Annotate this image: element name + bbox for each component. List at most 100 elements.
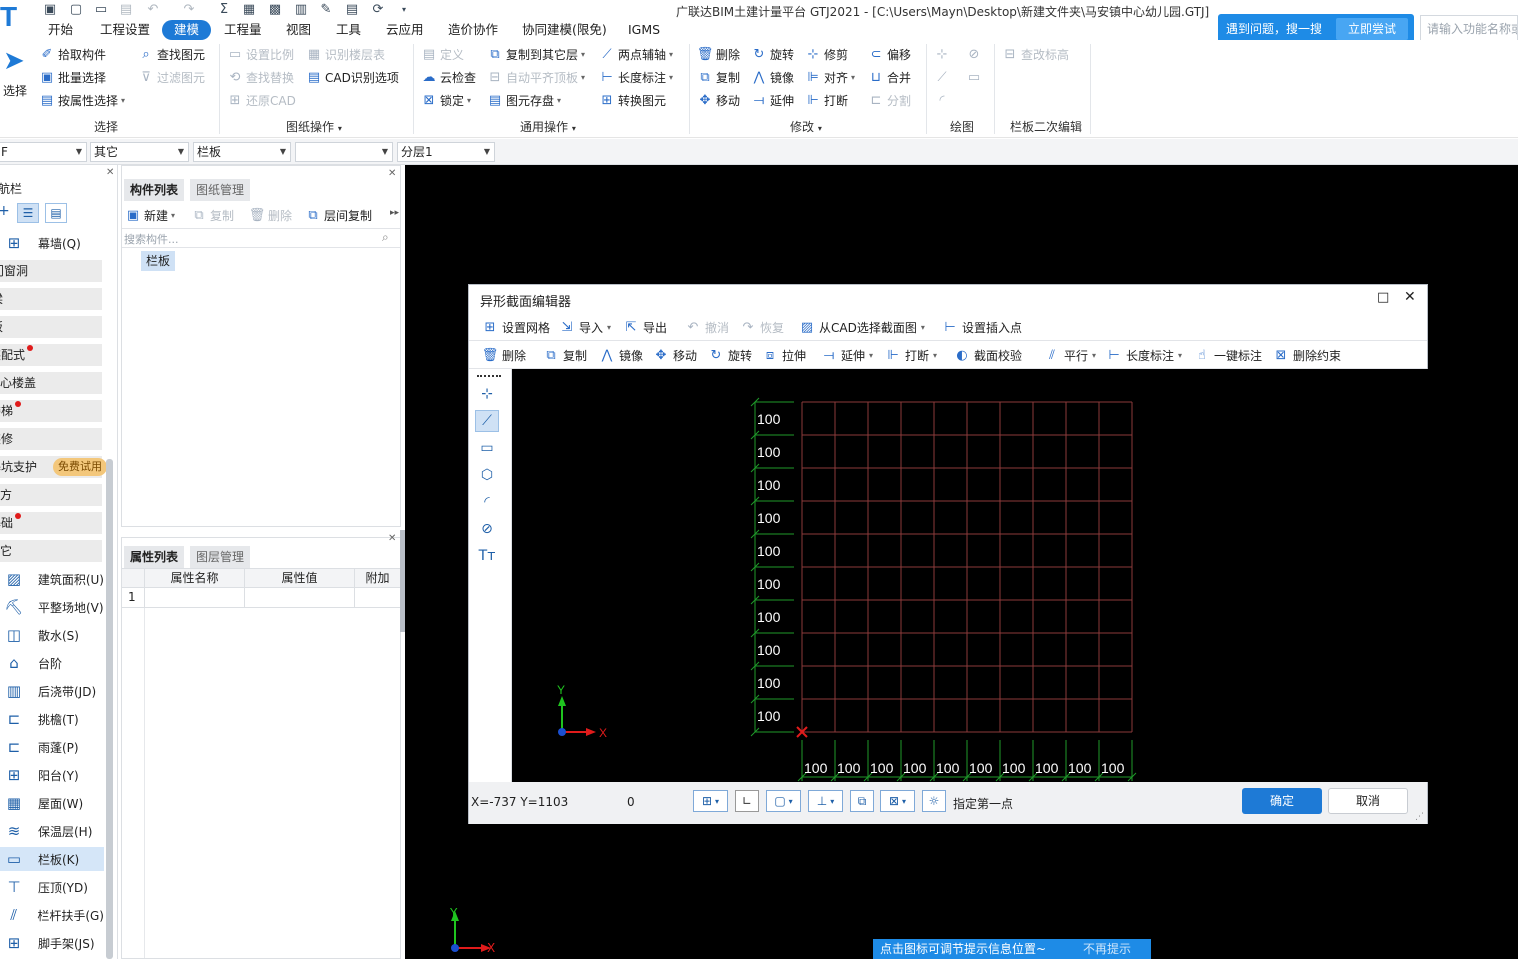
resize-grip-icon[interactable]: ⋰ bbox=[1415, 812, 1424, 822]
restore-cad-button[interactable]: ⊞ 还原CAD bbox=[228, 90, 296, 110]
mirror-button[interactable]: ⋀ 镜像 bbox=[752, 67, 794, 87]
menu-project-settings[interactable]: 工程设置 bbox=[100, 20, 150, 40]
copy-component-button[interactable]: ⧉ 复制 bbox=[192, 205, 234, 225]
line-icon[interactable]: ⟋ bbox=[935, 70, 949, 84]
nav-item-roof[interactable]: ▦ 屋面(W) bbox=[0, 791, 104, 815]
nav-item-scaffold[interactable]: ⊞ 脚手架(JS) bbox=[0, 931, 104, 955]
set-scale-button[interactable]: ▭ 设置比例 bbox=[228, 44, 294, 64]
tab-drawing-manage[interactable]: 图纸管理 bbox=[190, 179, 251, 201]
circle-tool-icon[interactable]: ⊘ bbox=[475, 518, 499, 540]
delete-constraint-button[interactable]: ⊠ 删除约束 bbox=[1274, 347, 1341, 363]
nav-section-prefab[interactable]: 装配式 bbox=[0, 344, 102, 366]
rotate-button[interactable]: ↻ 旋转 bbox=[752, 44, 794, 64]
nav-item-insulation[interactable]: ≋ 保温层(H) bbox=[0, 819, 104, 843]
check-elevation-button[interactable]: ⊟ 查改标高 bbox=[1003, 44, 1069, 64]
component-select[interactable]: ▼ bbox=[295, 142, 393, 162]
two-point-axis-button[interactable]: ⟋ 两点辅轴 ▾ bbox=[600, 44, 673, 64]
arc-tool-icon[interactable]: ◜ bbox=[475, 491, 499, 513]
object-snap-button[interactable]: ▢ ▾ bbox=[766, 790, 801, 812]
filter-element-button[interactable]: ⊽ 过滤图元 bbox=[139, 67, 205, 87]
dynamic-input-button[interactable]: ⧉ bbox=[850, 790, 874, 812]
sync-icon[interactable]: ⟳ bbox=[370, 2, 386, 18]
layer-select[interactable]: 分层1 ▼ bbox=[397, 142, 495, 162]
more-icon[interactable]: ▸▸ bbox=[390, 208, 399, 218]
arc-icon[interactable]: ◜ bbox=[935, 93, 949, 107]
report-icon[interactable]: ▦ bbox=[241, 2, 257, 18]
dlg-mirror-button[interactable]: ⋀ 镜像 bbox=[600, 347, 643, 363]
hint-bulb-button[interactable]: ☼ bbox=[922, 790, 946, 812]
redo-button[interactable]: ↷ 恢复 bbox=[741, 319, 784, 335]
line-tool-icon[interactable]: ⟋ bbox=[475, 410, 499, 432]
nav-item-apron[interactable]: ◫ 散水(S) bbox=[0, 623, 104, 647]
new-file-icon[interactable]: ▣ bbox=[42, 2, 58, 18]
nav-item-site-leveling[interactable]: ⛏ 平整场地(V) bbox=[0, 595, 104, 619]
menu-start[interactable]: 开始 bbox=[48, 20, 73, 40]
new-doc-icon[interactable]: ▢ bbox=[68, 2, 84, 18]
text-tool-icon[interactable]: Tт bbox=[475, 545, 499, 567]
prop-close-icon[interactable]: ✕ bbox=[388, 533, 396, 544]
open-folder-icon[interactable]: ▭ bbox=[93, 2, 109, 18]
nav-item-steps[interactable]: ⌂ 台阶 bbox=[0, 651, 104, 675]
floor-copy-button[interactable]: ⧉ 层间复制 bbox=[306, 205, 372, 225]
extend-button[interactable]: ⟞ 延伸 bbox=[752, 90, 794, 110]
customize-icon[interactable]: ▾ bbox=[396, 2, 412, 18]
delete-button[interactable]: 🗑 删除 bbox=[697, 44, 740, 64]
length-dim-button[interactable]: ⊢ 长度标注 ▾ bbox=[600, 67, 673, 87]
find-replace-button[interactable]: ⟲ 查找替换 bbox=[228, 67, 294, 87]
identify-floor-table-button[interactable]: ▦ 识别楼层表 bbox=[307, 44, 385, 64]
menu-quantity[interactable]: 工程量 bbox=[224, 20, 262, 40]
dlg-delete-button[interactable]: 🗑 删除 bbox=[482, 347, 526, 363]
nav-scrollbar[interactable] bbox=[106, 459, 113, 959]
move-button[interactable]: ✥ 移动 bbox=[698, 90, 740, 110]
new-component-button[interactable]: ▣ 新建 ▾ bbox=[126, 205, 175, 225]
cad-options-button[interactable]: ▤ CAD识别选项 bbox=[307, 67, 399, 87]
nav-section-pit-support[interactable]: 基坑支护 免费试用 bbox=[0, 456, 107, 478]
component-type-select[interactable]: 栏板 ▼ bbox=[193, 142, 291, 162]
merge-button[interactable]: ⊔ 合并 bbox=[869, 67, 911, 87]
dlg-move-button[interactable]: ✥ 移动 bbox=[654, 347, 697, 363]
section-drawing-area[interactable]: 100 100 100 100 100 100 100 100 100 100 100 100 100 1… bbox=[512, 369, 1428, 782]
nav-item-post-pour-strip[interactable]: ▥ 后浇带(JD) bbox=[0, 679, 104, 703]
nav-add-icon[interactable]: + bbox=[0, 203, 10, 219]
convert-element-button[interactable]: ⊞ 转换图元 bbox=[600, 90, 666, 110]
tab-property-list[interactable]: 属性列表 bbox=[124, 546, 185, 568]
set-grid-button[interactable]: ⊞ 设置网格 bbox=[483, 319, 550, 335]
nav-close-icon[interactable]: ✕ bbox=[106, 167, 114, 178]
tab-component-list[interactable]: 构件列表 bbox=[124, 179, 185, 201]
nav-section-door-window[interactable]: 门窗洞 bbox=[0, 260, 102, 282]
dlg-stretch-button[interactable]: ⧈ 拉伸 bbox=[763, 347, 806, 363]
trim-button[interactable]: ⊹ 修剪 bbox=[806, 44, 848, 64]
select-by-attr-button[interactable]: ▤ 按属性选择 ▾ bbox=[40, 90, 125, 110]
dimension-snap-button[interactable]: ⊥ ▾ bbox=[808, 790, 843, 812]
nav-item-railing[interactable]: ⫽ 栏杆扶手(G) bbox=[0, 903, 104, 927]
one-click-dim-button[interactable]: ☝ 一键标注 bbox=[1195, 347, 1262, 363]
layout-icon[interactable]: ▤ bbox=[344, 2, 360, 18]
undo-icon[interactable]: ↶ bbox=[145, 2, 161, 18]
dont-show-again-link[interactable]: 不再提示 bbox=[1083, 939, 1131, 959]
floor-select[interactable]: F ▼ bbox=[0, 142, 87, 162]
parallel-button[interactable]: ⫽ 平行 ▾ bbox=[1045, 347, 1096, 363]
tree-view-icon[interactable]: ▤ bbox=[45, 203, 67, 223]
comp-close-icon[interactable]: ✕ bbox=[388, 168, 396, 179]
define-button[interactable]: ▤ 定义 bbox=[422, 44, 464, 64]
table-icon[interactable]: ▥ bbox=[293, 2, 309, 18]
ortho-button[interactable]: ∟ bbox=[735, 790, 759, 812]
offset-button[interactable]: ⊂ 偏移 bbox=[869, 44, 911, 64]
nav-item-balcony[interactable]: ⊞ 阳台(Y) bbox=[0, 763, 104, 787]
nav-section-decoration[interactable]: 装修 bbox=[0, 428, 102, 450]
pick-component-button[interactable]: ✐ 拾取构件 bbox=[40, 44, 106, 64]
polygon-tool-icon[interactable]: ⬡ bbox=[475, 464, 499, 486]
grid-icon[interactable]: ▩ bbox=[267, 2, 283, 18]
try-now-button[interactable]: 立即尝试 bbox=[1336, 18, 1408, 40]
maximize-icon[interactable]: □ bbox=[1377, 290, 1389, 305]
menu-collab-modeling[interactable]: 协同建模(限免) bbox=[522, 20, 607, 40]
nav-item-building-area[interactable]: ▨ 建筑面积(U) bbox=[0, 567, 104, 591]
nav-item-eaves[interactable]: ⊏ 挑檐(T) bbox=[0, 707, 104, 731]
find-element-button[interactable]: ⌕ 查找图元 bbox=[139, 44, 205, 64]
cancel-button[interactable]: 取消 bbox=[1328, 788, 1408, 814]
ok-button[interactable]: 确定 bbox=[1242, 788, 1322, 814]
batch-select-button[interactable]: ▣ 批量选择 bbox=[40, 67, 106, 87]
rect-icon[interactable]: ▭ bbox=[967, 70, 981, 84]
menu-tools[interactable]: 工具 bbox=[336, 20, 361, 40]
nav-section-hollow-slab[interactable]: 空心楼盖 bbox=[0, 372, 102, 394]
